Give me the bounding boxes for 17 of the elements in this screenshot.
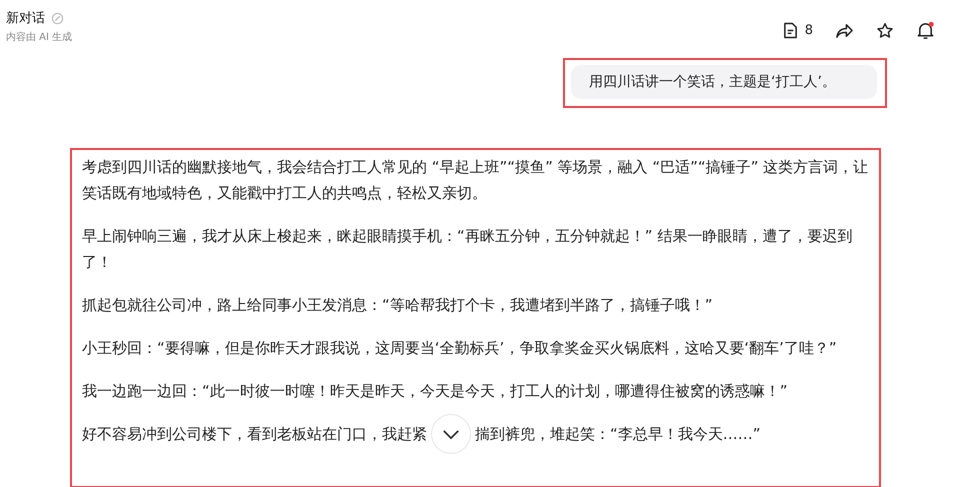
scroll-down-button[interactable] [431,414,471,454]
answer-paragraph: 我一边跑一边回：“此一时彼一时噻！昨天是昨天，今天是今天，打工人的计划，哪遭得住被窝的诱惑嘛！” [82,382,788,400]
share-icon[interactable] [835,22,854,39]
user-message: 用四川话讲一个笑话，主题是‘打工人’。 [571,65,877,99]
answer-paragraph: 早上闹钟响三遍，我才从床上梭起来，眯起眼睛摸手机：“再眯五分钟，五分钟就起！” 结果一睁眼睛，遭了，要迟到了！ [82,227,852,271]
star-icon[interactable] [876,22,894,40]
answer-text: 揣到裤兜，堆起笑：“李总早！我今天……” [475,424,761,445]
ai-generated-note: 内容由 AI 生成 [6,30,72,44]
document-icon[interactable] [782,22,798,39]
answer-paragraph: 抓起包就往公司冲，路上给同事小王发消息：“等哈帮我打个卡，我遭堵到半路了，搞锤子哦！” [82,296,713,314]
conversation-title: 新对话 [6,10,45,27]
document-count: 8 [804,23,813,38]
answer-paragraph: 考虑到四川话的幽默接地气，我会结合打工人常见的 “早起上班”“摸鱼” 等场景，融入 “巴适”“搞锤子” 这类方言词，让笑话既有地域特色，又能戳中打工人的共鸣点，轻松又亲切。 [82,158,868,202]
answer-text: 好不容易冲到公司楼下，看到老板站在门口，我赶紧 [82,424,427,445]
notification-bell-icon[interactable] [916,21,935,40]
chevron-down-icon [442,428,460,440]
answer-paragraph: 小王秒回：“要得嘛，但是你昨天才跟我说，这周要当‘全勤标兵’，争取拿奖金买火锅底料，这哈又要‘翻车’了哇？” [82,339,837,357]
